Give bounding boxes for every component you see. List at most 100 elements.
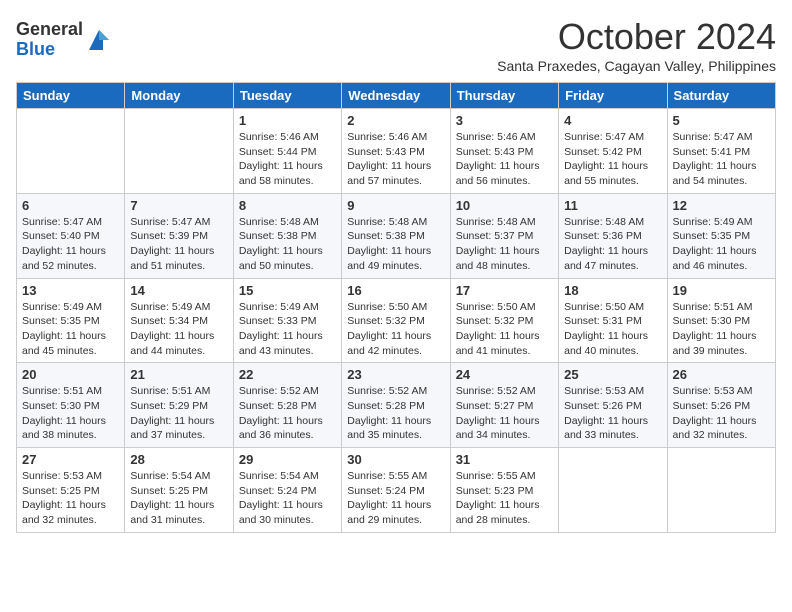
table-row: 5 Sunrise: 5:47 AMSunset: 5:41 PMDayligh… (667, 109, 775, 194)
day-info: Sunrise: 5:50 AMSunset: 5:31 PMDaylight:… (564, 300, 661, 359)
day-number: 13 (22, 283, 119, 298)
day-info: Sunrise: 5:47 AMSunset: 5:40 PMDaylight:… (22, 215, 119, 274)
day-number: 24 (456, 367, 553, 382)
day-info: Sunrise: 5:51 AMSunset: 5:29 PMDaylight:… (130, 384, 227, 443)
day-info: Sunrise: 5:51 AMSunset: 5:30 PMDaylight:… (22, 384, 119, 443)
day-info: Sunrise: 5:54 AMSunset: 5:25 PMDaylight:… (130, 469, 227, 528)
table-row: 18 Sunrise: 5:50 AMSunset: 5:31 PMDaylig… (559, 278, 667, 363)
day-info: Sunrise: 5:53 AMSunset: 5:26 PMDaylight:… (564, 384, 661, 443)
table-row: 31 Sunrise: 5:55 AMSunset: 5:23 PMDaylig… (450, 448, 558, 533)
calendar-week-row: 27 Sunrise: 5:53 AMSunset: 5:25 PMDaylig… (17, 448, 776, 533)
header-thursday: Thursday (450, 83, 558, 109)
day-info: Sunrise: 5:52 AMSunset: 5:27 PMDaylight:… (456, 384, 553, 443)
day-info: Sunrise: 5:49 AMSunset: 5:35 PMDaylight:… (22, 300, 119, 359)
table-row: 4 Sunrise: 5:47 AMSunset: 5:42 PMDayligh… (559, 109, 667, 194)
day-info: Sunrise: 5:48 AMSunset: 5:37 PMDaylight:… (456, 215, 553, 274)
table-row: 9 Sunrise: 5:48 AMSunset: 5:38 PMDayligh… (342, 193, 450, 278)
day-info: Sunrise: 5:50 AMSunset: 5:32 PMDaylight:… (456, 300, 553, 359)
day-info: Sunrise: 5:46 AMSunset: 5:43 PMDaylight:… (347, 130, 444, 189)
day-number: 14 (130, 283, 227, 298)
table-row: 23 Sunrise: 5:52 AMSunset: 5:28 PMDaylig… (342, 363, 450, 448)
day-number: 11 (564, 198, 661, 213)
day-info: Sunrise: 5:50 AMSunset: 5:32 PMDaylight:… (347, 300, 444, 359)
day-number: 3 (456, 113, 553, 128)
day-info: Sunrise: 5:52 AMSunset: 5:28 PMDaylight:… (239, 384, 336, 443)
title-block: October 2024 Santa Praxedes, Cagayan Val… (497, 16, 776, 74)
table-row: 25 Sunrise: 5:53 AMSunset: 5:26 PMDaylig… (559, 363, 667, 448)
page-header: General Blue October 2024 Santa Praxedes… (16, 16, 776, 74)
logo-blue: Blue (16, 39, 55, 59)
day-info: Sunrise: 5:48 AMSunset: 5:36 PMDaylight:… (564, 215, 661, 274)
header-friday: Friday (559, 83, 667, 109)
day-number: 5 (673, 113, 770, 128)
header-sunday: Sunday (17, 83, 125, 109)
table-row (667, 448, 775, 533)
day-info: Sunrise: 5:55 AMSunset: 5:24 PMDaylight:… (347, 469, 444, 528)
table-row: 15 Sunrise: 5:49 AMSunset: 5:33 PMDaylig… (233, 278, 341, 363)
calendar-table: Sunday Monday Tuesday Wednesday Thursday… (16, 82, 776, 533)
table-row: 20 Sunrise: 5:51 AMSunset: 5:30 PMDaylig… (17, 363, 125, 448)
table-row: 22 Sunrise: 5:52 AMSunset: 5:28 PMDaylig… (233, 363, 341, 448)
table-row: 12 Sunrise: 5:49 AMSunset: 5:35 PMDaylig… (667, 193, 775, 278)
day-info: Sunrise: 5:48 AMSunset: 5:38 PMDaylight:… (239, 215, 336, 274)
day-number: 12 (673, 198, 770, 213)
calendar-week-row: 13 Sunrise: 5:49 AMSunset: 5:35 PMDaylig… (17, 278, 776, 363)
day-info: Sunrise: 5:47 AMSunset: 5:39 PMDaylight:… (130, 215, 227, 274)
table-row: 24 Sunrise: 5:52 AMSunset: 5:27 PMDaylig… (450, 363, 558, 448)
day-info: Sunrise: 5:49 AMSunset: 5:33 PMDaylight:… (239, 300, 336, 359)
table-row: 21 Sunrise: 5:51 AMSunset: 5:29 PMDaylig… (125, 363, 233, 448)
table-row: 26 Sunrise: 5:53 AMSunset: 5:26 PMDaylig… (667, 363, 775, 448)
day-info: Sunrise: 5:49 AMSunset: 5:34 PMDaylight:… (130, 300, 227, 359)
day-number: 20 (22, 367, 119, 382)
day-number: 19 (673, 283, 770, 298)
day-number: 9 (347, 198, 444, 213)
day-number: 10 (456, 198, 553, 213)
logo-general: General (16, 19, 83, 39)
day-info: Sunrise: 5:47 AMSunset: 5:42 PMDaylight:… (564, 130, 661, 189)
calendar-week-row: 20 Sunrise: 5:51 AMSunset: 5:30 PMDaylig… (17, 363, 776, 448)
day-number: 7 (130, 198, 227, 213)
day-number: 6 (22, 198, 119, 213)
day-number: 23 (347, 367, 444, 382)
day-number: 4 (564, 113, 661, 128)
day-number: 30 (347, 452, 444, 467)
table-row: 7 Sunrise: 5:47 AMSunset: 5:39 PMDayligh… (125, 193, 233, 278)
day-number: 25 (564, 367, 661, 382)
table-row: 16 Sunrise: 5:50 AMSunset: 5:32 PMDaylig… (342, 278, 450, 363)
day-info: Sunrise: 5:46 AMSunset: 5:44 PMDaylight:… (239, 130, 336, 189)
table-row: 3 Sunrise: 5:46 AMSunset: 5:43 PMDayligh… (450, 109, 558, 194)
table-row: 10 Sunrise: 5:48 AMSunset: 5:37 PMDaylig… (450, 193, 558, 278)
day-number: 28 (130, 452, 227, 467)
day-info: Sunrise: 5:55 AMSunset: 5:23 PMDaylight:… (456, 469, 553, 528)
day-number: 1 (239, 113, 336, 128)
header-tuesday: Tuesday (233, 83, 341, 109)
day-number: 31 (456, 452, 553, 467)
header-monday: Monday (125, 83, 233, 109)
day-number: 18 (564, 283, 661, 298)
day-info: Sunrise: 5:48 AMSunset: 5:38 PMDaylight:… (347, 215, 444, 274)
day-info: Sunrise: 5:52 AMSunset: 5:28 PMDaylight:… (347, 384, 444, 443)
logo-icon (85, 26, 113, 54)
day-number: 21 (130, 367, 227, 382)
calendar-week-row: 6 Sunrise: 5:47 AMSunset: 5:40 PMDayligh… (17, 193, 776, 278)
table-row: 6 Sunrise: 5:47 AMSunset: 5:40 PMDayligh… (17, 193, 125, 278)
table-row: 13 Sunrise: 5:49 AMSunset: 5:35 PMDaylig… (17, 278, 125, 363)
logo-text: General Blue (16, 20, 83, 60)
table-row: 29 Sunrise: 5:54 AMSunset: 5:24 PMDaylig… (233, 448, 341, 533)
day-info: Sunrise: 5:53 AMSunset: 5:25 PMDaylight:… (22, 469, 119, 528)
day-number: 29 (239, 452, 336, 467)
month-title: October 2024 (497, 16, 776, 58)
table-row: 28 Sunrise: 5:54 AMSunset: 5:25 PMDaylig… (125, 448, 233, 533)
table-row: 30 Sunrise: 5:55 AMSunset: 5:24 PMDaylig… (342, 448, 450, 533)
table-row: 8 Sunrise: 5:48 AMSunset: 5:38 PMDayligh… (233, 193, 341, 278)
calendar-week-row: 1 Sunrise: 5:46 AMSunset: 5:44 PMDayligh… (17, 109, 776, 194)
table-row (559, 448, 667, 533)
day-info: Sunrise: 5:47 AMSunset: 5:41 PMDaylight:… (673, 130, 770, 189)
table-row (125, 109, 233, 194)
calendar-header-row: Sunday Monday Tuesday Wednesday Thursday… (17, 83, 776, 109)
table-row: 17 Sunrise: 5:50 AMSunset: 5:32 PMDaylig… (450, 278, 558, 363)
table-row: 11 Sunrise: 5:48 AMSunset: 5:36 PMDaylig… (559, 193, 667, 278)
table-row: 2 Sunrise: 5:46 AMSunset: 5:43 PMDayligh… (342, 109, 450, 194)
day-info: Sunrise: 5:51 AMSunset: 5:30 PMDaylight:… (673, 300, 770, 359)
day-number: 2 (347, 113, 444, 128)
